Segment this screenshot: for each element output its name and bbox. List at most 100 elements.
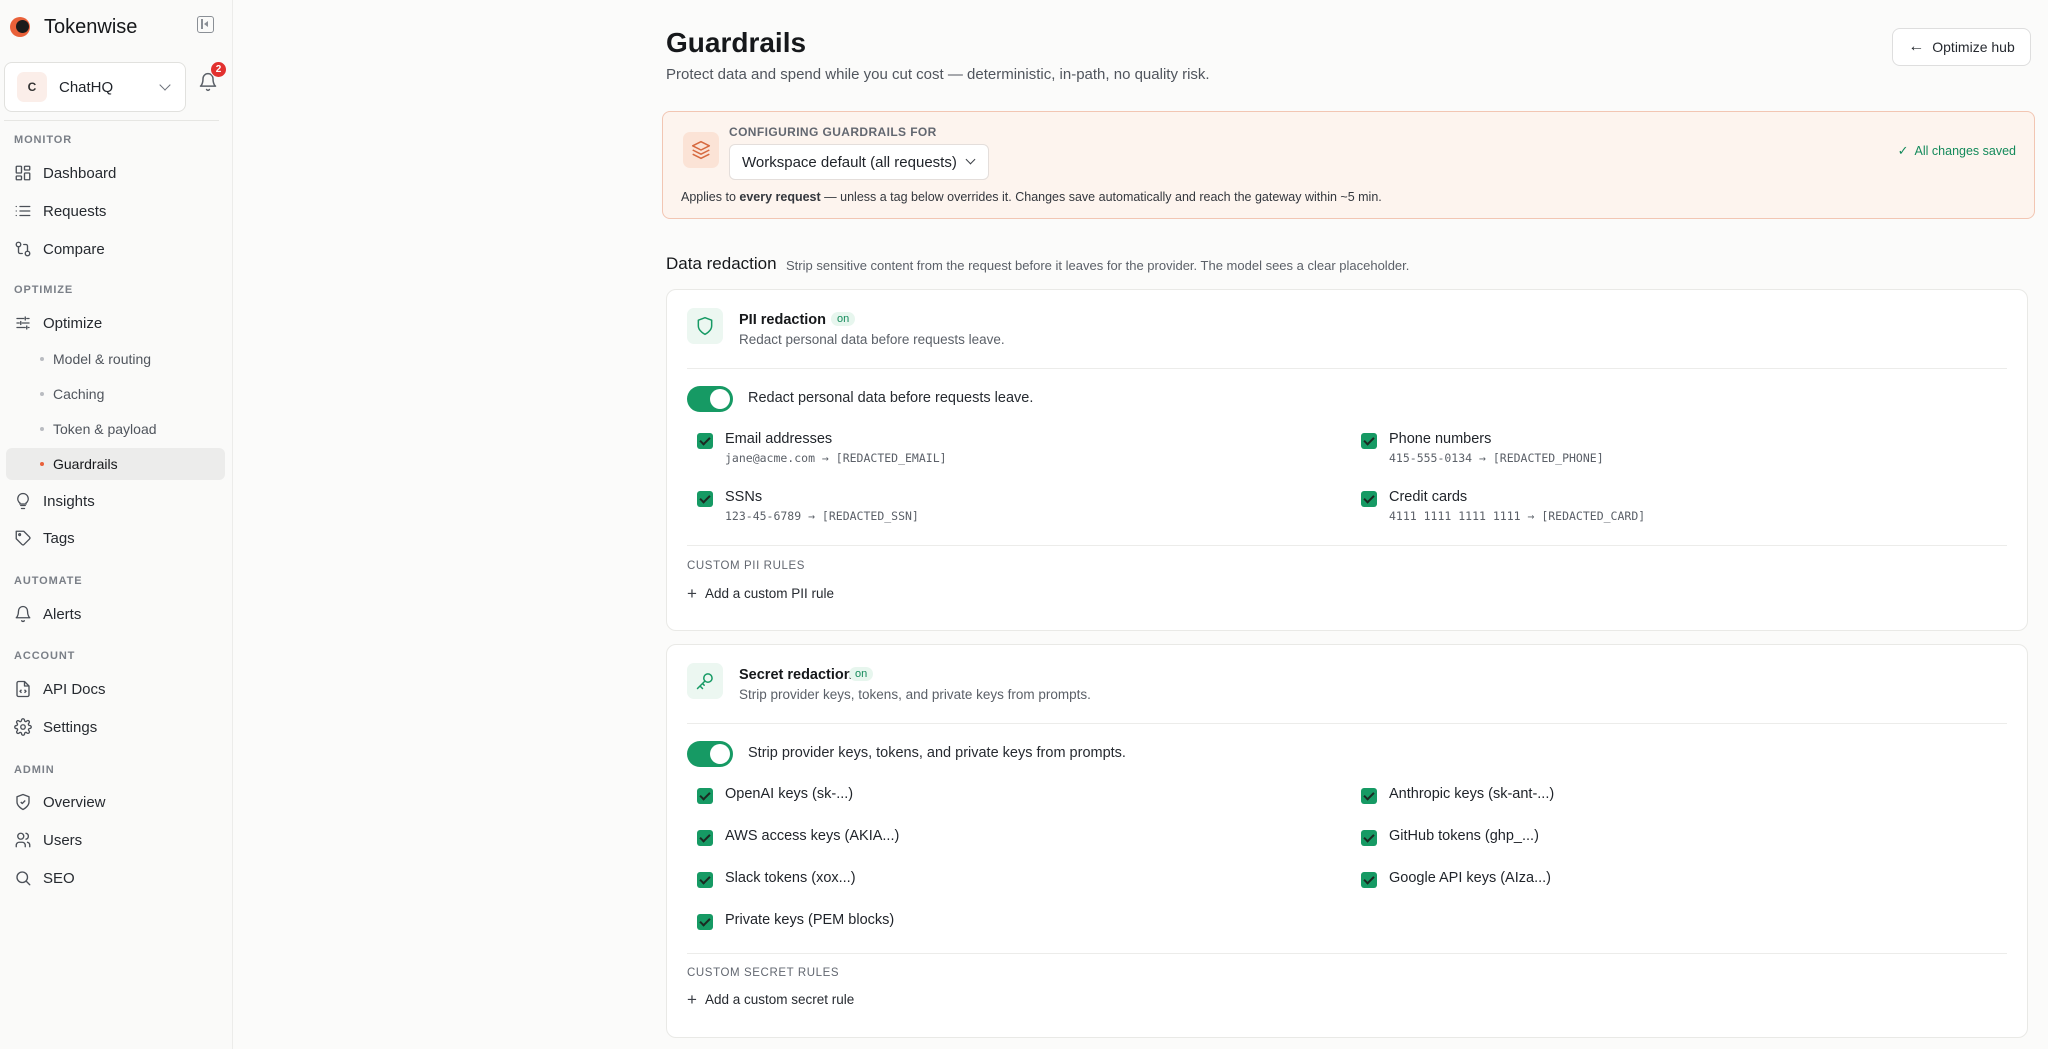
optimize-hub-label: Optimize hub [1932,39,2015,55]
arrow-left-icon: ← [1908,38,1925,55]
key-icon [687,663,723,699]
section-label-optimize: OPTIMIZE [14,284,74,296]
nav-insights[interactable]: Insights [14,489,95,513]
search-icon [14,869,32,887]
credit-card-checkbox[interactable] [1361,491,1377,507]
data-redaction-title: Data redaction [666,254,777,273]
lightbulb-icon [14,492,32,510]
pii-status-badge: on [831,312,856,326]
plus-icon: + [687,584,697,603]
nav-insights-label: Insights [43,492,95,510]
secret-toggle-label: Strip provider keys, tokens, and private… [748,745,1126,761]
nav-overview[interactable]: Overview [14,790,106,814]
bullet-icon [40,357,44,361]
google-api-keys-checkbox[interactable] [1361,872,1377,888]
ssn-label: SSNs [725,489,763,505]
optimize-hub-button[interactable]: ← Optimize hub [1892,28,2031,66]
main-content: Guardrails Protect data and spend while … [234,0,2048,1049]
nav-overview-label: Overview [43,793,106,811]
add-custom-secret-rule-button[interactable]: + Add a custom secret rule [687,991,854,1008]
nav-model-routing[interactable]: Model & routing [40,347,151,371]
secret-status-badge: on [849,667,874,681]
brand[interactable]: Tokenwise [10,14,137,40]
add-custom-pii-rule-button[interactable]: + Add a custom PII rule [687,585,834,602]
secret-toggle[interactable] [687,741,733,767]
phone-checkbox[interactable] [1361,433,1377,449]
collapse-sidebar-icon[interactable] [197,16,214,33]
nav-seo[interactable]: SEO [14,866,75,890]
nav-token-payload[interactable]: Token & payload [40,417,157,441]
ssn-checkbox[interactable] [697,491,713,507]
nav-alerts[interactable]: Alerts [14,602,81,626]
add-custom-pii-rule-label: Add a custom PII rule [704,586,834,601]
plus-icon: + [687,990,697,1009]
section-label-monitor: MONITOR [14,134,73,146]
anthropic-keys-checkbox[interactable] [1361,788,1377,804]
users-icon [14,831,32,849]
nav-requests[interactable]: Requests [14,199,106,223]
nav-requests-label: Requests [43,202,107,220]
ssn-example: 123-45-6789 → [REDACTED_SSN] [725,509,919,523]
nav-alerts-label: Alerts [43,605,82,623]
nav-tags[interactable]: Tags [14,526,75,550]
workspace-switcher[interactable]: C ChatHQ [4,62,186,112]
secret-title: Secret redaction [739,667,853,683]
data-redaction-description: Strip sensitive content from the request… [786,258,1410,273]
private-keys-label: Private keys (PEM blocks) [725,912,895,928]
scope-select[interactable]: Workspace default (all requests) [729,144,989,180]
divider [687,723,2007,724]
openai-keys-checkbox[interactable] [697,788,713,804]
config-note-text: Applies to [681,190,740,204]
pii-redaction-card: PII redaction on Redact personal data be… [666,289,2028,631]
aws-keys-checkbox[interactable] [697,830,713,846]
anthropic-keys-label: Anthropic keys (sk-ant-...) [1389,786,1555,802]
email-label: Email addresses [725,431,833,447]
nav-settings[interactable]: Settings [14,715,97,739]
nav-token-payload-label: Token & payload [53,421,157,437]
pii-subtitle: Redact personal data before requests lea… [739,332,1005,347]
add-custom-secret-rule-label: Add a custom secret rule [704,992,855,1007]
save-status-label: All changes saved [1914,144,2016,158]
secret-subtitle: Strip provider keys, tokens, and private… [739,687,1091,702]
section-label-admin: ADMIN [14,764,55,776]
layers-icon [683,132,719,168]
chevron-down-icon [965,154,976,165]
github-tokens-checkbox[interactable] [1361,830,1377,846]
bell-icon [14,605,32,623]
nav-dashboard-label: Dashboard [43,164,117,182]
private-keys-checkbox[interactable] [697,914,713,930]
section-label-automate: AUTOMATE [14,575,83,587]
nav-dashboard[interactable]: Dashboard [14,161,116,185]
slack-tokens-checkbox[interactable] [697,872,713,888]
slack-tokens-label: Slack tokens (xox...) [725,870,856,886]
google-api-keys-label: Google API keys (AIza...) [1389,870,1551,886]
save-status: ✓ All changes saved [1898,143,2016,159]
nav-seo-label: SEO [43,869,75,887]
nav-users[interactable]: Users [14,828,82,852]
nav-api-docs[interactable]: API Docs [14,677,106,701]
nav-compare[interactable]: Compare [14,237,105,261]
divider [687,953,2007,954]
sliders-icon [14,314,32,332]
phone-example: 415-555-0134 → [REDACTED_PHONE] [1389,451,1604,465]
scope-select-value: Workspace default (all requests) [742,153,957,171]
nav-caching-label: Caching [53,386,105,402]
pii-title: PII redaction [739,312,827,328]
nav-optimize[interactable]: Optimize [14,311,102,335]
divider [687,545,2007,546]
guardrails-config-panel: CONFIGURING GUARDRAILS FOR Workspace def… [662,111,2035,219]
nav-guardrails[interactable]: Guardrails [6,448,225,480]
nav-model-routing-label: Model & routing [53,351,152,367]
config-label: CONFIGURING GUARDRAILS FOR [729,125,937,139]
nav-api-docs-label: API Docs [43,680,106,698]
nav-caching[interactable]: Caching [40,382,104,406]
credit-card-example: 4111 1111 1111 1111 → [REDACTED_CARD] [1389,509,1646,523]
page-subtitle: Protect data and spend while you cut cos… [666,66,1210,83]
shield-check-icon [14,793,32,811]
dashboard-icon [14,164,32,182]
email-checkbox[interactable] [697,433,713,449]
custom-pii-rules-label: CUSTOM PII RULES [687,560,806,572]
secret-redaction-card: Secret redaction on Strip provider keys,… [666,644,2028,1038]
pii-toggle[interactable] [687,386,733,412]
github-tokens-label: GitHub tokens (ghp_...) [1389,828,1539,844]
